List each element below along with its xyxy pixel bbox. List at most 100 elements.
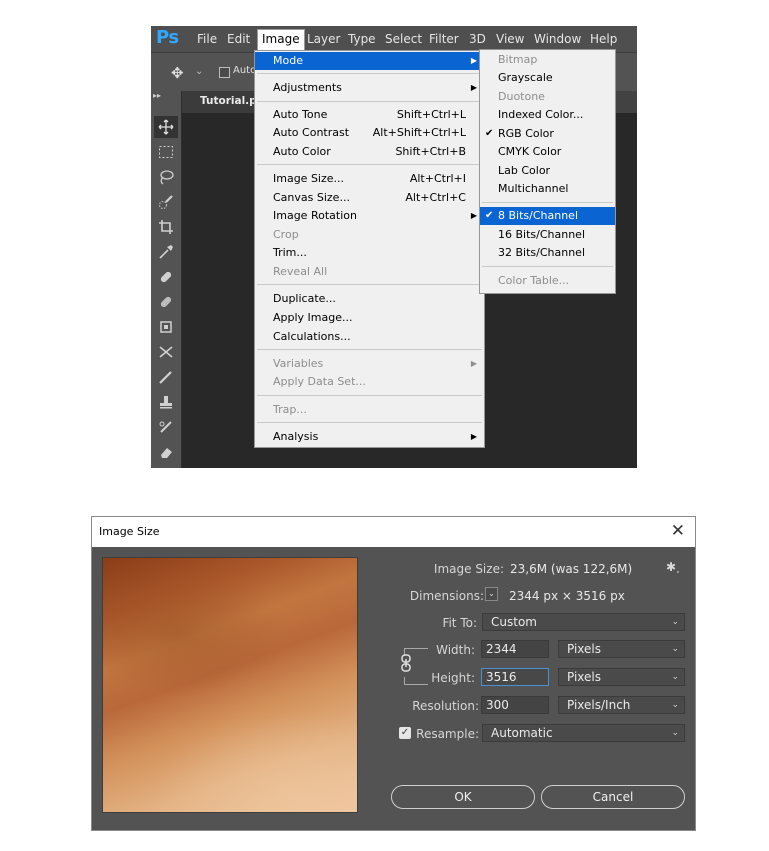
menu-3d[interactable]: 3D — [469, 32, 486, 46]
menu-item-auto-color[interactable]: Auto Color Shift+Ctrl+B — [255, 143, 484, 161]
menu-window[interactable]: Window — [534, 32, 581, 46]
menu-separator — [257, 395, 482, 396]
menu-item-cmyk-color[interactable]: CMYK Color — [480, 143, 615, 161]
menu-item-bitmap[interactable]: Bitmap — [480, 51, 615, 69]
resolution-unit-dropdown[interactable]: Pixels/Inch ⌄ — [558, 696, 685, 714]
menu-item-rgb-color[interactable]: ✔ RGB Color — [480, 125, 615, 143]
menu-separator — [482, 202, 613, 203]
menu-item-reveal-all[interactable]: Reveal All — [255, 263, 484, 281]
dialog-title: Image Size — [99, 525, 160, 538]
clone-stamp-tool-icon[interactable] — [154, 316, 178, 338]
content-aware-move-tool-icon[interactable] — [154, 341, 178, 363]
chevron-down-icon: ⌄ — [671, 644, 679, 654]
menu-item-duplicate[interactable]: Duplicate... — [255, 290, 484, 308]
tools-panel: ▸▸ — [151, 91, 182, 468]
quick-selection-tool-icon[interactable] — [154, 191, 178, 213]
menu-type[interactable]: Type — [348, 32, 376, 46]
menu-item-16-bits-channel[interactable]: 16 Bits/Channel — [480, 226, 615, 244]
eraser-tool-icon[interactable] — [154, 441, 178, 463]
image-menu-dropdown: Mode ▶ Adjustments ▶ Auto Tone Shift+Ctr… — [254, 50, 485, 448]
auto-select-checkbox[interactable] — [219, 67, 230, 78]
gear-icon[interactable]: ✱˯ — [666, 560, 680, 574]
height-unit-dropdown[interactable]: Pixels ⌄ — [558, 668, 685, 686]
width-input[interactable]: 2344 — [481, 640, 549, 658]
fit-to-dropdown[interactable]: Custom ⌄ — [482, 613, 685, 631]
dialog-title-bar: Image Size ✕ — [92, 517, 695, 547]
menu-item-trap[interactable]: Trap... — [255, 401, 484, 419]
chevron-down-icon: ⌄ — [671, 728, 679, 738]
menu-layer[interactable]: Layer — [307, 32, 340, 46]
menu-item-indexed-color[interactable]: Indexed Color... — [480, 106, 615, 124]
menu-item-color-table[interactable]: Color Table... — [480, 272, 615, 290]
crop-tool-icon[interactable] — [154, 216, 178, 238]
menu-item-8-bits-channel[interactable]: ✔ 8 Bits/Channel — [480, 207, 615, 225]
resample-label: Resample: — [416, 727, 479, 741]
menu-item-apply-data-set[interactable]: Apply Data Set... — [255, 373, 484, 391]
panel-collapse-icon[interactable]: ▸▸ — [153, 91, 179, 101]
menu-separator — [257, 101, 482, 102]
width-unit-dropdown[interactable]: Pixels ⌄ — [558, 640, 685, 658]
menu-view[interactable]: View — [496, 32, 524, 46]
healing-brush-tool-icon[interactable] — [154, 266, 178, 288]
move-tool-icon[interactable]: ✥ — [171, 64, 184, 82]
eyedropper-tool-icon[interactable] — [154, 241, 178, 263]
lasso-tool-icon[interactable] — [154, 166, 178, 188]
menu-image[interactable]: Image — [257, 29, 305, 51]
resolution-input[interactable]: 300 — [481, 696, 549, 714]
resample-checkbox[interactable]: ✓ — [399, 727, 411, 739]
constraint-line — [404, 677, 405, 684]
resample-value: Automatic — [491, 726, 553, 740]
menu-item-crop[interactable]: Crop — [255, 226, 484, 244]
menu-filter[interactable]: Filter — [429, 32, 459, 46]
history-brush-tool-icon[interactable] — [154, 416, 178, 438]
menu-item-32-bits-channel[interactable]: 32 Bits/Channel — [480, 244, 615, 262]
menu-item-auto-tone[interactable]: Auto Tone Shift+Ctrl+L — [255, 106, 484, 124]
menu-item-image-size[interactable]: Image Size... Alt+Ctrl+I — [255, 170, 484, 188]
dimensions-units-dropdown[interactable]: ⌄ — [485, 587, 498, 601]
menu-help[interactable]: Help — [590, 32, 617, 46]
brush-tool-icon[interactable] — [154, 291, 178, 313]
width-unit-value: Pixels — [567, 642, 602, 656]
image-size-dialog: Image Size ✕ Image Size: 23,6M (was 122,… — [91, 516, 696, 831]
menu-item-duotone[interactable]: Duotone — [480, 88, 615, 106]
photoshop-logo: Ps — [156, 27, 179, 48]
image-preview[interactable] — [102, 557, 358, 813]
chevron-down-icon: ⌄ — [671, 672, 679, 682]
menu-edit[interactable]: Edit — [227, 32, 250, 46]
checkmark-icon: ✔ — [485, 210, 494, 221]
checkmark-icon: ✔ — [485, 128, 494, 139]
menu-select[interactable]: Select — [385, 32, 422, 46]
move-tool-icon[interactable] — [154, 116, 178, 138]
menu-item-adjustments[interactable]: Adjustments ▶ — [255, 79, 484, 97]
menu-item-canvas-size[interactable]: Canvas Size... Alt+Ctrl+C — [255, 189, 484, 207]
menu-item-mode[interactable]: Mode ▶ — [255, 52, 484, 70]
chevron-down-icon: ⌄ — [671, 617, 679, 627]
ok-button[interactable]: OK — [391, 785, 535, 809]
menu-item-multichannel[interactable]: Multichannel — [480, 180, 615, 198]
dimensions-label: Dimensions: — [409, 589, 484, 603]
menu-item-analysis[interactable]: Analysis ▶ — [255, 428, 484, 446]
menu-separator — [257, 284, 482, 285]
marquee-tool-icon[interactable] — [154, 141, 178, 163]
auto-select-label: Auto — [233, 65, 257, 76]
menu-item-lab-color[interactable]: Lab Color — [480, 162, 615, 180]
image-size-label: Image Size: — [433, 562, 504, 576]
menu-item-auto-contrast[interactable]: Auto Contrast Alt+Shift+Ctrl+L — [255, 124, 484, 142]
submenu-arrow-icon: ▶ — [470, 56, 477, 65]
menu-item-apply-image[interactable]: Apply Image... — [255, 309, 484, 327]
cancel-button[interactable]: Cancel — [541, 785, 685, 809]
constrain-proportions-link-icon[interactable] — [400, 653, 412, 673]
chevron-down-icon: ⌄ — [671, 700, 679, 710]
menu-item-image-rotation[interactable]: Image Rotation ▶ — [255, 207, 484, 225]
menu-item-grayscale[interactable]: Grayscale — [480, 69, 615, 87]
resample-dropdown[interactable]: Automatic ⌄ — [482, 724, 685, 742]
menu-file[interactable]: File — [197, 32, 217, 46]
pencil-tool-icon[interactable] — [154, 366, 178, 388]
close-icon[interactable]: ✕ — [671, 521, 685, 541]
menu-item-trim[interactable]: Trim... — [255, 244, 484, 262]
menu-item-variables[interactable]: Variables ▶ — [255, 355, 484, 373]
stamp-tool-icon[interactable] — [154, 391, 178, 413]
height-input[interactable]: 3516 — [481, 668, 549, 686]
chevron-down-icon[interactable]: ⌄ — [195, 66, 203, 77]
menu-item-calculations[interactable]: Calculations... — [255, 328, 484, 346]
